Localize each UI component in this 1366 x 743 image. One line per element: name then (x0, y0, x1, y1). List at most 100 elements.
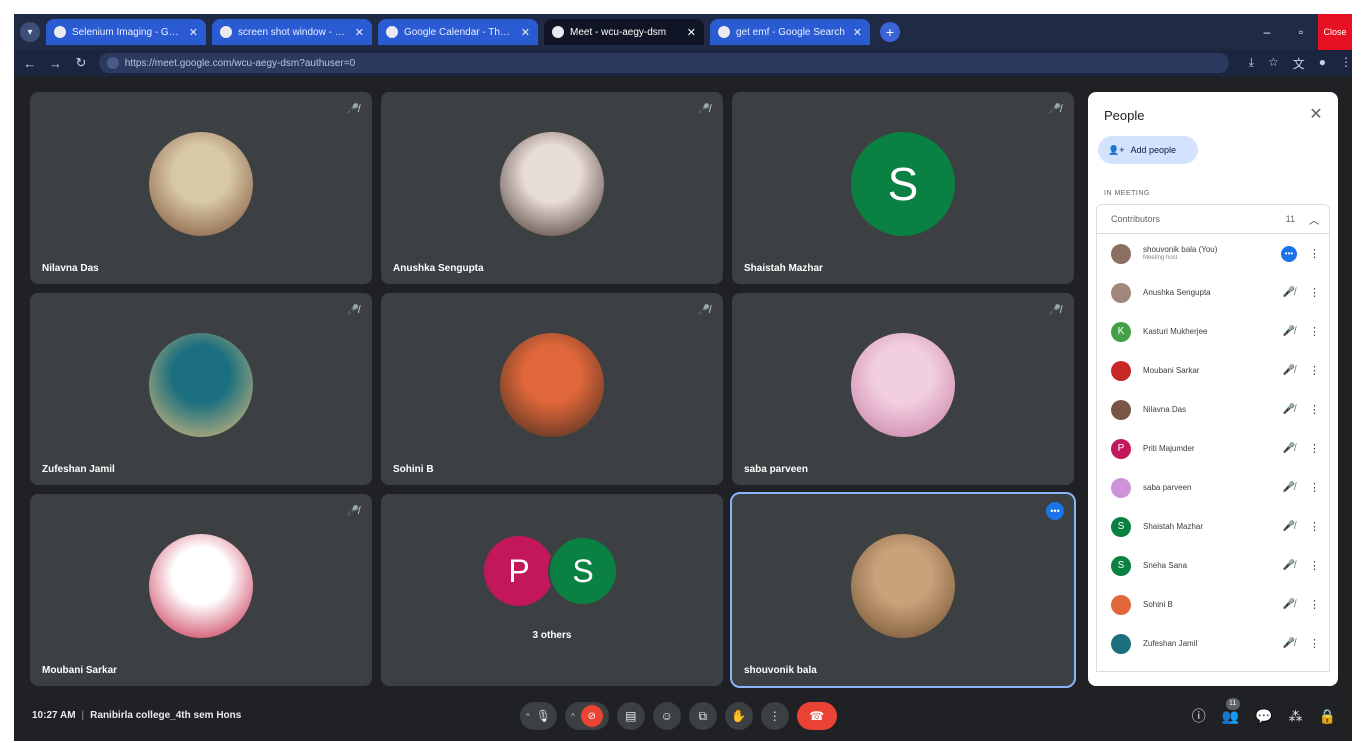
more-vert-icon[interactable]: ⋮ (1309, 481, 1320, 494)
participant-tile[interactable]: PS 3 others (381, 494, 723, 686)
people-button[interactable]: 11 👥 (1222, 697, 1240, 725)
download-icon[interactable]: ⤓ (1249, 55, 1254, 72)
mic-off-icon[interactable]: 🎤̸ (1281, 443, 1297, 454)
participant-row[interactable]: Moubani Sarkar 🎤̸ ⋮ (1097, 351, 1329, 390)
back-icon[interactable]: ← (22, 56, 38, 71)
site-info-icon[interactable] (106, 57, 119, 69)
mic-off-icon[interactable]: 🎤̸ (1281, 521, 1297, 532)
forward-icon[interactable]: → (48, 56, 64, 71)
add-people-button[interactable]: 👤+ Add people (1098, 136, 1198, 164)
meet-stage: 🎤̸ Nilavna Das 🎤̸ Anushka Sengupta 🎤̸ S Shaist… (14, 76, 1352, 741)
new-tab-button[interactable]: + (880, 22, 900, 42)
camera-control[interactable]: ^ ⊘ (565, 702, 609, 730)
close-panel-icon[interactable]: ✕ (1306, 104, 1326, 124)
tab-search-icon[interactable]: ▾ (20, 22, 40, 42)
participant-row[interactable]: K Kasturi Mukherjee 🎤̸ ⋮ (1097, 312, 1329, 351)
host-controls-icon[interactable]: 🔒 (1319, 708, 1336, 725)
more-vert-icon[interactable]: ⋮ (1309, 442, 1320, 455)
participant-row[interactable]: Zufeshan Jamil 🎤̸ ⋮ (1097, 624, 1329, 663)
mic-control[interactable]: ^ 🎙 (520, 702, 557, 730)
emoji-button[interactable]: ☺ (652, 702, 681, 730)
browser-menu-icon[interactable]: ⋮ (1340, 55, 1352, 72)
close-tab-icon[interactable]: ✕ (687, 26, 696, 39)
mic-off-icon[interactable]: 🎤̸ (1281, 365, 1297, 376)
close-tab-icon[interactable]: ✕ (853, 26, 862, 39)
translate-icon[interactable]: 文 (1293, 55, 1305, 72)
contributors-header[interactable]: Contributors 11 ︿ (1096, 204, 1330, 234)
avatar: P (1111, 438, 1131, 459)
participant-tile[interactable]: 🎤̸ S Shaistah Mazhar (732, 92, 1074, 284)
mic-off-icon[interactable]: 🎤̸ (1281, 560, 1297, 571)
close-tab-icon[interactable]: ✕ (355, 26, 364, 39)
more-vert-icon[interactable]: ⋮ (1309, 247, 1320, 260)
close-window-button[interactable]: Close (1318, 14, 1352, 50)
meeting-details-icon[interactable]: ⓘ (1192, 706, 1206, 726)
close-tab-icon[interactable]: ✕ (189, 26, 198, 39)
mic-off-icon[interactable]: 🎤̸ (1281, 599, 1297, 610)
avatar: S (548, 536, 618, 606)
mic-off-icon[interactable]: 🎤̸ (1281, 326, 1297, 337)
chevron-up-icon[interactable]: ^ (571, 712, 575, 721)
participant-row[interactable]: saba parveen 🎤̸ ⋮ (1097, 468, 1329, 507)
address-bar[interactable]: https://meet.google.com/wcu-aegy-dsm?aut… (98, 53, 1229, 73)
maximize-button[interactable]: ▫ (1284, 14, 1318, 50)
participant-row[interactable]: Nilavna Das 🎤̸ ⋮ (1097, 390, 1329, 429)
participant-row[interactable]: S Shaistah Mazhar 🎤̸ ⋮ (1097, 507, 1329, 546)
extension-icon[interactable]: ● (1319, 55, 1326, 72)
reload-icon[interactable]: ↻ (73, 55, 89, 71)
participant-tile[interactable]: ••• shouvonik bala (730, 492, 1076, 688)
captions-button[interactable]: ▤ (616, 702, 645, 730)
mic-off-icon: 🎤̸ (1048, 103, 1062, 115)
participant-tile[interactable]: 🎤̸ Nilavna Das (30, 92, 372, 284)
browser-tab[interactable]: Selenium Imaging - Google Se... ✕ (46, 19, 206, 45)
panel-title: People (1104, 108, 1145, 123)
participant-tile[interactable]: 🎤̸ Zufeshan Jamil (30, 293, 372, 485)
more-vert-icon[interactable]: ⋮ (1309, 520, 1320, 533)
activities-icon[interactable]: ⁂ (1289, 708, 1303, 725)
more-vert-icon[interactable]: ⋮ (1309, 325, 1320, 338)
raise-hand-button[interactable]: ✋ (724, 702, 753, 730)
participant-row[interactable]: shouvonik bala (You) Meeting host ••• ⋮ (1097, 234, 1329, 273)
participant-tile[interactable]: 🎤̸ saba parveen (732, 293, 1074, 485)
participant-name: saba parveen (1143, 482, 1192, 492)
more-options-button[interactable]: ⋮ (760, 702, 789, 730)
chat-icon[interactable]: 💬 (1255, 708, 1272, 725)
browser-toolbar: ← → ↻ https://meet.google.com/wcu-aegy-d… (14, 50, 1352, 76)
mic-off-icon[interactable]: 🎤̸ (1281, 482, 1297, 493)
participant-row[interactable]: Sohini B 🎤̸ ⋮ (1097, 585, 1329, 624)
camera-off-icon[interactable]: ⊘ (580, 705, 603, 727)
chevron-up-icon[interactable]: ︿ (1309, 212, 1319, 227)
participant-name-block: saba parveen (1143, 483, 1281, 493)
participant-name: Zufeshan Jamil (42, 464, 115, 475)
add-person-icon: 👤+ (1108, 144, 1125, 155)
more-vert-icon[interactable]: ⋮ (1309, 598, 1320, 611)
more-vert-icon[interactable]: ⋮ (1309, 637, 1320, 650)
browser-tab[interactable]: screen shot window - Google... ✕ (212, 19, 372, 45)
close-tab-icon[interactable]: ✕ (521, 26, 530, 39)
present-button[interactable]: ⧉ (688, 702, 717, 730)
more-vert-icon[interactable]: ⋮ (1309, 403, 1320, 416)
participant-role: Meeting host (1143, 254, 1178, 261)
more-vert-icon[interactable]: ⋮ (1309, 559, 1320, 572)
more-vert-icon[interactable]: ⋮ (1309, 286, 1320, 299)
leave-call-button[interactable]: ☎ (796, 702, 837, 730)
minimize-button[interactable]: – (1250, 14, 1284, 50)
participant-row[interactable]: P Priti Majumder 🎤̸ ⋮ (1097, 429, 1329, 468)
participant-name: Sneha Sana (1143, 560, 1188, 570)
mic-off-icon[interactable]: 🎤̸ (1281, 404, 1297, 415)
browser-tab[interactable]: Meet - wcu-aegy-dsm ✕ (544, 19, 704, 45)
browser-tab[interactable]: get emf - Google Search ✕ (710, 19, 870, 45)
participant-tile[interactable]: 🎤̸ Moubani Sarkar (30, 494, 372, 686)
chevron-up-icon[interactable]: ^ (526, 712, 530, 721)
participant-row[interactable]: S Sneha Sana 🎤̸ ⋮ (1097, 546, 1329, 585)
mic-off-icon[interactable]: 🎤̸ (1281, 287, 1297, 298)
bookmark-star-icon[interactable]: ☆ (1268, 55, 1279, 72)
more-vert-icon[interactable]: ⋮ (1309, 364, 1320, 377)
participant-tile[interactable]: 🎤̸ Sohini B (381, 293, 723, 485)
browser-tab[interactable]: Google Calendar - Thursday M... ✕ (378, 19, 538, 45)
avatar (1111, 633, 1131, 654)
microphone-icon[interactable]: 🎙 (536, 709, 551, 723)
mic-off-icon[interactable]: 🎤̸ (1281, 638, 1297, 649)
participant-tile[interactable]: 🎤̸ Anushka Sengupta (381, 92, 723, 284)
participant-row[interactable]: Anushka Sengupta 🎤̸ ⋮ (1097, 273, 1329, 312)
